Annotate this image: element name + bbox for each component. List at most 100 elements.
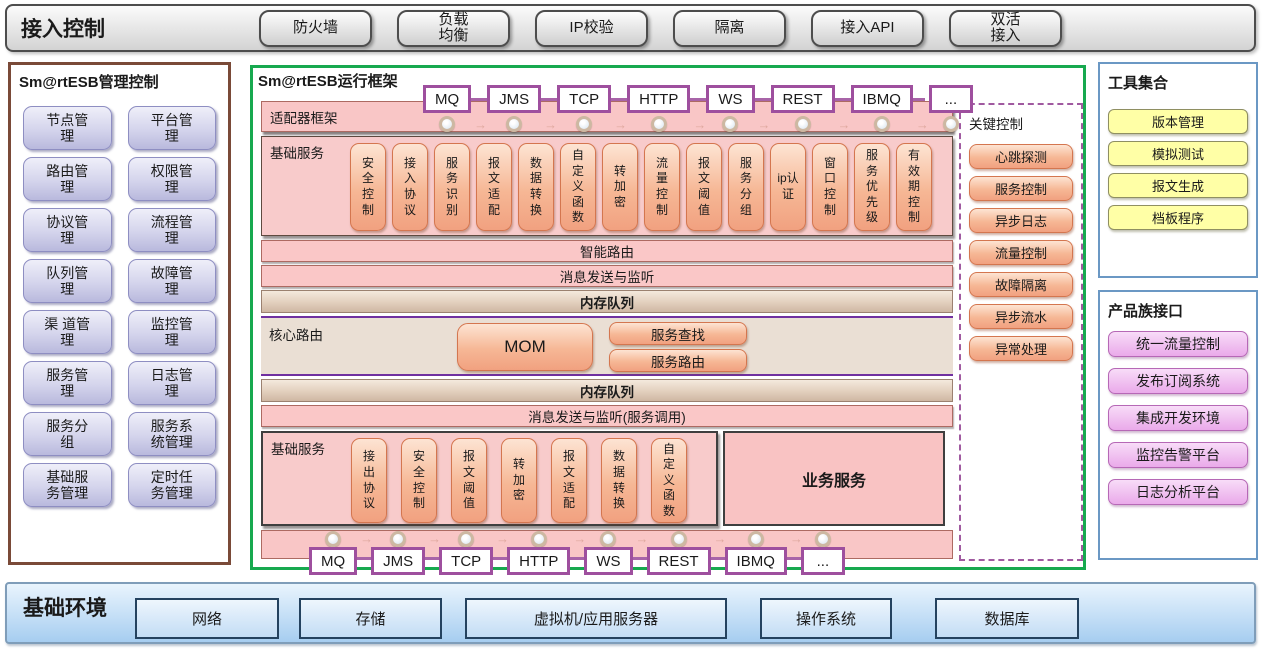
- protocol-cell: WS: [584, 531, 632, 575]
- service-pill: 服务识别: [434, 143, 470, 231]
- product-family-title: 产品族接口: [1100, 292, 1256, 321]
- service-pill: 报文阈值: [686, 143, 722, 231]
- protocol-cell: TCP: [439, 531, 493, 575]
- basic-services-top-box: 基础服务 安全控制接入协议服务识别报文适配数据转换自定义函数转加密流量控制报文阈…: [261, 136, 953, 236]
- key-control-item: 异常处理: [969, 336, 1073, 361]
- protocol-box: ...: [929, 85, 973, 113]
- service-pill: 安全控制: [401, 438, 437, 523]
- service-pill: 报文适配: [551, 438, 587, 523]
- access-control-item: 隔离: [673, 10, 786, 47]
- protocol-box: HTTP: [627, 85, 690, 113]
- protocol-cell: ...: [929, 85, 973, 132]
- esb-runtime-title: Sm@rtESB运行框架: [258, 70, 398, 91]
- connector-dot-icon: [325, 531, 341, 547]
- management-item: 流程管 理: [128, 208, 217, 252]
- basic-services-bottom-box: 基础服务 接出协议安全控制报文阈值转加密报文适配数据转换自定义函数: [261, 431, 718, 526]
- connector-dot-icon: [748, 531, 764, 547]
- protocol-box: JMS: [487, 85, 541, 113]
- service-pill: 服务优先级: [854, 143, 890, 231]
- tools-buttons: 版本管理模拟测试报文生成档板程序: [1108, 109, 1248, 230]
- product-family-item: 监控告警平台: [1108, 442, 1248, 468]
- tool-item: 模拟测试: [1108, 141, 1248, 166]
- base-environment-item: 网络: [135, 598, 279, 639]
- management-item: 日志管 理: [128, 361, 217, 405]
- service-pill: 转加密: [501, 438, 537, 523]
- access-control-title: 接入控制: [21, 13, 105, 43]
- service-pill: 有效期控制: [896, 143, 932, 231]
- base-environment-item: 数据库: [935, 598, 1079, 639]
- connector-dot-icon: [458, 531, 474, 547]
- protocol-box: TCP: [439, 547, 493, 575]
- protocol-box: HTTP: [507, 547, 570, 575]
- connector-dot-icon: [651, 116, 667, 132]
- service-pill: 接入协议: [392, 143, 428, 231]
- management-item: 基础服 务管理: [23, 463, 112, 507]
- tool-item: 档板程序: [1108, 205, 1248, 230]
- connector-dot-icon: [439, 116, 455, 132]
- basic-services-top-label: 基础服务: [270, 142, 324, 162]
- connector-dot-icon: [531, 531, 547, 547]
- connector-dot-icon: [943, 116, 959, 132]
- protocol-cell: REST: [771, 85, 835, 132]
- memory-queue-band-top: 内存队列: [261, 290, 953, 313]
- protocol-box: REST: [771, 85, 835, 113]
- protocol-cell: JMS: [371, 531, 425, 575]
- service-route-box: 服务路由: [609, 349, 747, 372]
- connector-dot-icon: [722, 116, 738, 132]
- protocol-box: IBMQ: [851, 85, 913, 113]
- base-environment-bar: 基础环境 网络存储虚拟机/应用服务器操作系统数据库: [5, 582, 1256, 644]
- management-item: 服务管 理: [23, 361, 112, 405]
- connector-dot-icon: [795, 116, 811, 132]
- management-button-grid: 节点管 理平台管 理路由管 理权限管 理协议管 理流程管 理队列管 理故障管 理…: [23, 106, 216, 507]
- protocol-cell: MQ: [423, 85, 471, 132]
- service-pill: 流量控制: [644, 143, 680, 231]
- key-control-item: 服务控制: [969, 176, 1073, 201]
- service-pill: 报文适配: [476, 143, 512, 231]
- access-control-item: 防火墙: [259, 10, 372, 47]
- tool-item: 版本管理: [1108, 109, 1248, 134]
- basic-services-bottom-label: 基础服务: [271, 438, 325, 458]
- smart-routing-band: 智能路由: [261, 240, 953, 262]
- connector-dot-icon: [506, 116, 522, 132]
- service-pill: 自定义函数: [560, 143, 596, 231]
- key-control-item: 异步流水: [969, 304, 1073, 329]
- service-pill: 数据转换: [518, 143, 554, 231]
- management-item: 监控管 理: [128, 310, 217, 354]
- connector-dot-icon: [815, 531, 831, 547]
- management-item: 队列管 理: [23, 259, 112, 303]
- message-listen-band: 消息发送与监听: [261, 265, 953, 287]
- protocol-box: WS: [584, 547, 632, 575]
- access-control-item: 接入API: [811, 10, 924, 47]
- key-control-panel: 关键控制 心跳探测服务控制异步日志流量控制故障隔离异步流水异常处理: [959, 103, 1083, 561]
- key-control-item: 异步日志: [969, 208, 1073, 233]
- protocol-cell: MQ: [309, 531, 357, 575]
- protocol-row-top: MQ JMS TCP HTTP WS REST IBMQ ...: [423, 85, 973, 132]
- protocol-cell: REST: [647, 531, 711, 575]
- service-pill: 安全控制: [350, 143, 386, 231]
- base-environment-buttons: 网络存储虚拟机/应用服务器操作系统数据库: [7, 598, 1254, 639]
- basic-services-top-items: 安全控制接入协议服务识别报文适配数据转换自定义函数转加密流量控制报文阈值服务分组…: [350, 143, 932, 231]
- service-pill: 窗口控制: [812, 143, 848, 231]
- base-environment-item: 存储: [299, 598, 442, 639]
- connector-dot-icon: [874, 116, 890, 132]
- management-item: 渠 道管 理: [23, 310, 112, 354]
- tools-title: 工具集合: [1100, 64, 1256, 93]
- product-family-item: 统一流量控制: [1108, 331, 1248, 357]
- protocol-box: MQ: [309, 547, 357, 575]
- tools-panel: 工具集合 版本管理模拟测试报文生成档板程序: [1098, 62, 1258, 278]
- service-pill: 服务分组: [728, 143, 764, 231]
- core-routing-section: 核心路由 MOM 服务查找 服务路由: [261, 316, 953, 376]
- product-family-item: 集成开发环境: [1108, 405, 1248, 431]
- protocol-cell: HTTP: [627, 85, 690, 132]
- protocol-cell: TCP: [557, 85, 611, 132]
- mom-box: MOM: [457, 323, 593, 371]
- protocol-box: JMS: [371, 547, 425, 575]
- management-item: 节点管 理: [23, 106, 112, 150]
- service-pill: 报文阈值: [451, 438, 487, 523]
- access-control-bar: 接入控制 防火墙负载 均衡IP校验隔离接入API双活 接入: [5, 4, 1256, 52]
- connector-dot-icon: [390, 531, 406, 547]
- management-item: 故障管 理: [128, 259, 217, 303]
- management-item: 服务分 组: [23, 412, 112, 456]
- protocol-box: IBMQ: [725, 547, 787, 575]
- management-item: 路由管 理: [23, 157, 112, 201]
